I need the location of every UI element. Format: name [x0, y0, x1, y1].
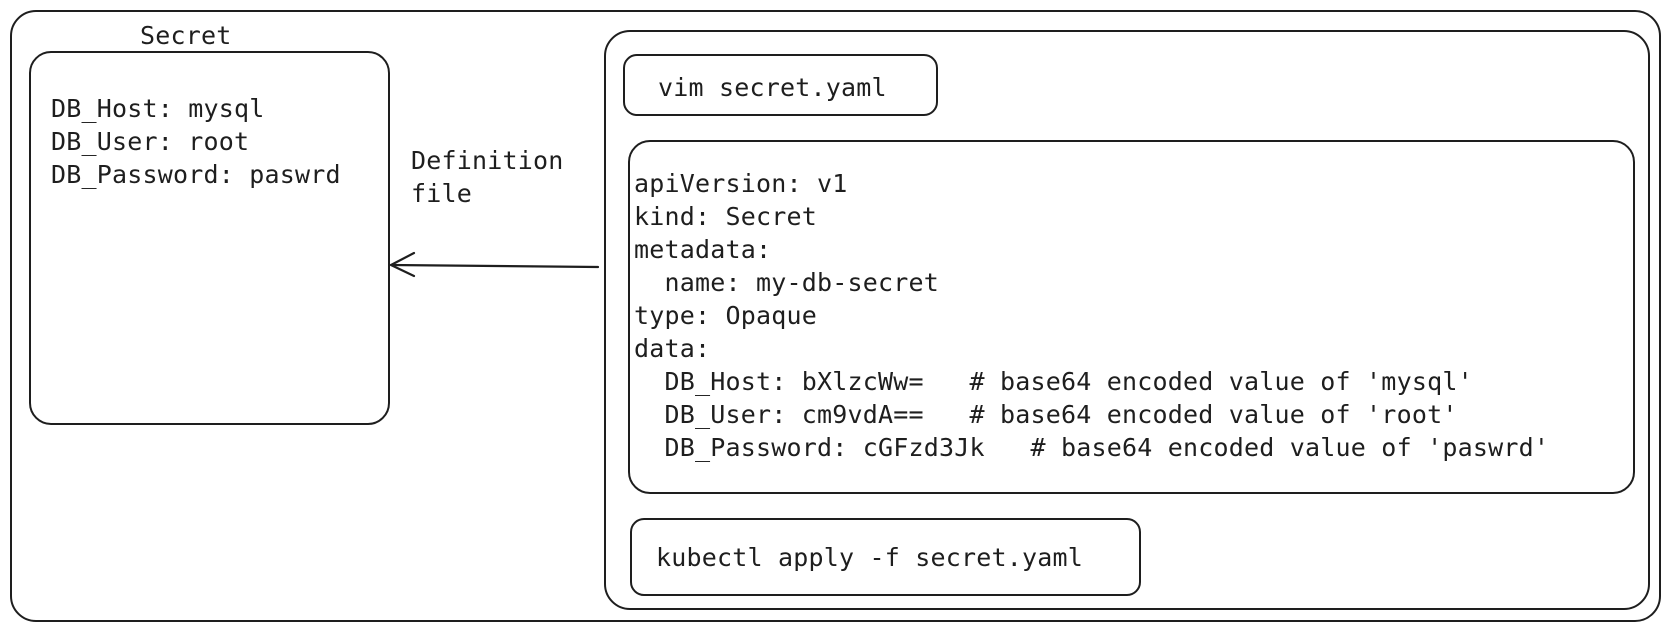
yaml-definition: apiVersion: v1 kind: Secret metadata: na…: [634, 169, 1550, 462]
arrow-label: Definition file: [411, 146, 564, 208]
kubectl-command: kubectl apply -f secret.yaml: [656, 543, 1084, 572]
secret-title: Secret: [140, 21, 232, 50]
vim-command: vim secret.yaml: [658, 73, 887, 102]
secret-values: DB_Host: mysql DB_User: root DB_Password…: [51, 94, 341, 189]
